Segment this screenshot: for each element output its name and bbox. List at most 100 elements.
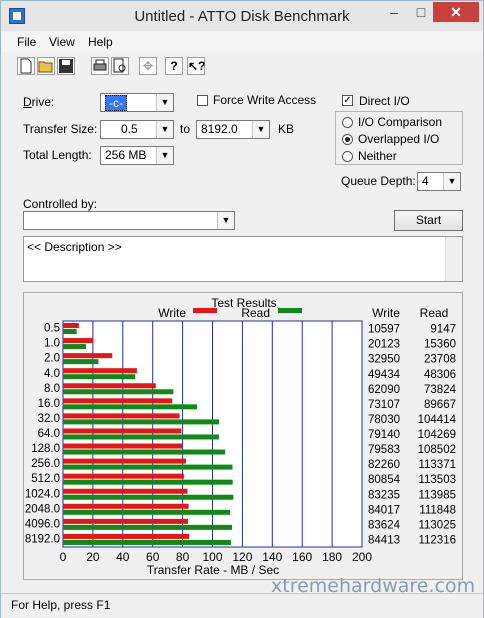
app-window: Untitled - ATTO Disk Benchmark – □ ✕ Fil… [0,0,484,618]
y-tick-label: 4.0 [44,368,60,380]
x-tick-label: 160 [292,550,312,564]
write-bar [63,338,94,344]
menu-view[interactable]: View [49,35,75,49]
read-bar [63,329,77,334]
write-value: 84413 [368,534,400,546]
total-length-label: Total Length: [23,148,92,162]
write-bar [63,413,180,419]
controlled-by-select[interactable]: ▼ [23,211,235,230]
read-value: 15360 [424,339,456,351]
read-bar [63,419,220,425]
menu-bar: File View Help [1,32,483,52]
write-value: 80854 [368,474,401,486]
write-bar [63,503,189,509]
read-value: 113985 [418,489,456,501]
x-tick-label: 120 [232,550,252,564]
description-box[interactable]: << Description >> [23,236,463,282]
chevron-down-icon[interactable]: ▼ [217,212,234,229]
chevron-down-icon[interactable]: ▼ [252,121,269,138]
direct-io-checkbox[interactable]: ✓ [342,95,353,106]
kb-label: KB [278,122,295,136]
legend-write-label: Write [158,306,186,320]
legend-read-swatch [278,308,302,313]
minimize-button[interactable]: – [381,2,407,22]
open-icon[interactable] [37,57,55,75]
chevron-down-icon[interactable]: ▼ [443,173,460,190]
force-write-checkbox[interactable] [197,95,208,106]
write-value: 10597 [368,324,400,336]
read-value: 48306 [424,369,456,381]
y-tick-label: 32.0 [38,413,60,425]
move-icon[interactable]: ✥ [139,57,157,75]
io-comparison-radio[interactable] [342,117,353,128]
close-button[interactable]: ✕ [433,2,479,22]
description-text: << Description >> [27,240,122,254]
write-bar [63,353,113,359]
write-bar [63,473,184,479]
transfer-from-select[interactable]: 0.5 ▼ [100,120,174,139]
print-icon[interactable] [91,57,109,75]
read-value: 113371 [418,459,456,471]
x-tick-label: 100 [202,550,222,564]
write-value: 32950 [368,354,400,366]
menu-file[interactable]: File [17,35,36,49]
drive-select[interactable]: -c- ▼ [100,93,174,112]
legend-read-label: Read [241,306,270,320]
write-bar [63,323,79,328]
x-tick-label: 40 [116,550,130,564]
transfer-to-select[interactable]: 8192.0 ▼ [196,120,270,139]
io-comparison-label: I/O Comparison [358,115,443,129]
transfer-to-value: 8192.0 [201,122,238,136]
description-scrollbar[interactable] [445,237,462,281]
new-icon[interactable] [17,57,35,75]
test-results-chart: Test Results Write Read Write Read 0 20 40… [25,296,457,577]
write-bar [63,443,182,449]
queue-depth-select[interactable]: 4 ▼ [417,172,461,191]
save-icon[interactable] [57,57,75,75]
write-bar [63,383,156,389]
write-bar [63,398,173,404]
y-tick-label: 1024.0 [25,488,60,500]
drive-label: Drive: [23,95,55,109]
start-button[interactable]: Start [394,210,463,231]
write-value: 84017 [368,504,400,516]
x-tick-label: 140 [262,550,282,564]
read-bar [63,539,231,545]
status-text: For Help, press F1 [11,598,111,612]
menu-help[interactable]: Help [88,35,113,49]
chevron-down-icon[interactable]: ▼ [156,147,173,164]
status-bar: For Help, press F1 [1,593,483,618]
column-header-read: Read [420,306,449,320]
write-bar [63,488,188,494]
queue-depth-value: 4 [422,174,429,188]
write-bar [63,368,137,374]
read-bar [63,449,226,455]
read-value: 113025 [418,519,456,531]
context-help-icon[interactable]: ↖? [187,57,205,75]
read-bar [63,434,219,440]
chevron-down-icon[interactable]: ▼ [156,94,173,111]
y-tick-label: 256.0 [31,458,60,470]
neither-radio[interactable] [342,151,353,162]
help-icon[interactable]: ? [165,57,183,75]
title-bar[interactable]: Untitled - ATTO Disk Benchmark – □ ✕ [1,1,483,31]
read-bar [63,509,231,515]
total-length-select[interactable]: 256 MB ▼ [100,146,174,165]
column-header-write: Write [372,306,400,320]
write-value: 83235 [368,489,400,501]
overlapped-io-radio[interactable] [342,134,353,145]
read-bar [63,374,136,380]
y-tick-label: 8192.0 [25,533,60,545]
maximize-button[interactable]: □ [408,2,434,22]
write-value: 78030 [368,414,400,426]
write-value: 79140 [368,429,400,441]
to-label: to [180,122,191,136]
y-tick-label: 16.0 [38,398,60,410]
read-value: 108502 [418,444,456,456]
read-bar [63,464,233,470]
chevron-down-icon[interactable]: ▼ [156,121,173,138]
neither-label: Neither [358,149,397,163]
controlled-by-label: Controlled by: [23,197,98,211]
y-tick-label: 2.0 [44,353,60,365]
print-preview-icon[interactable] [111,57,129,75]
